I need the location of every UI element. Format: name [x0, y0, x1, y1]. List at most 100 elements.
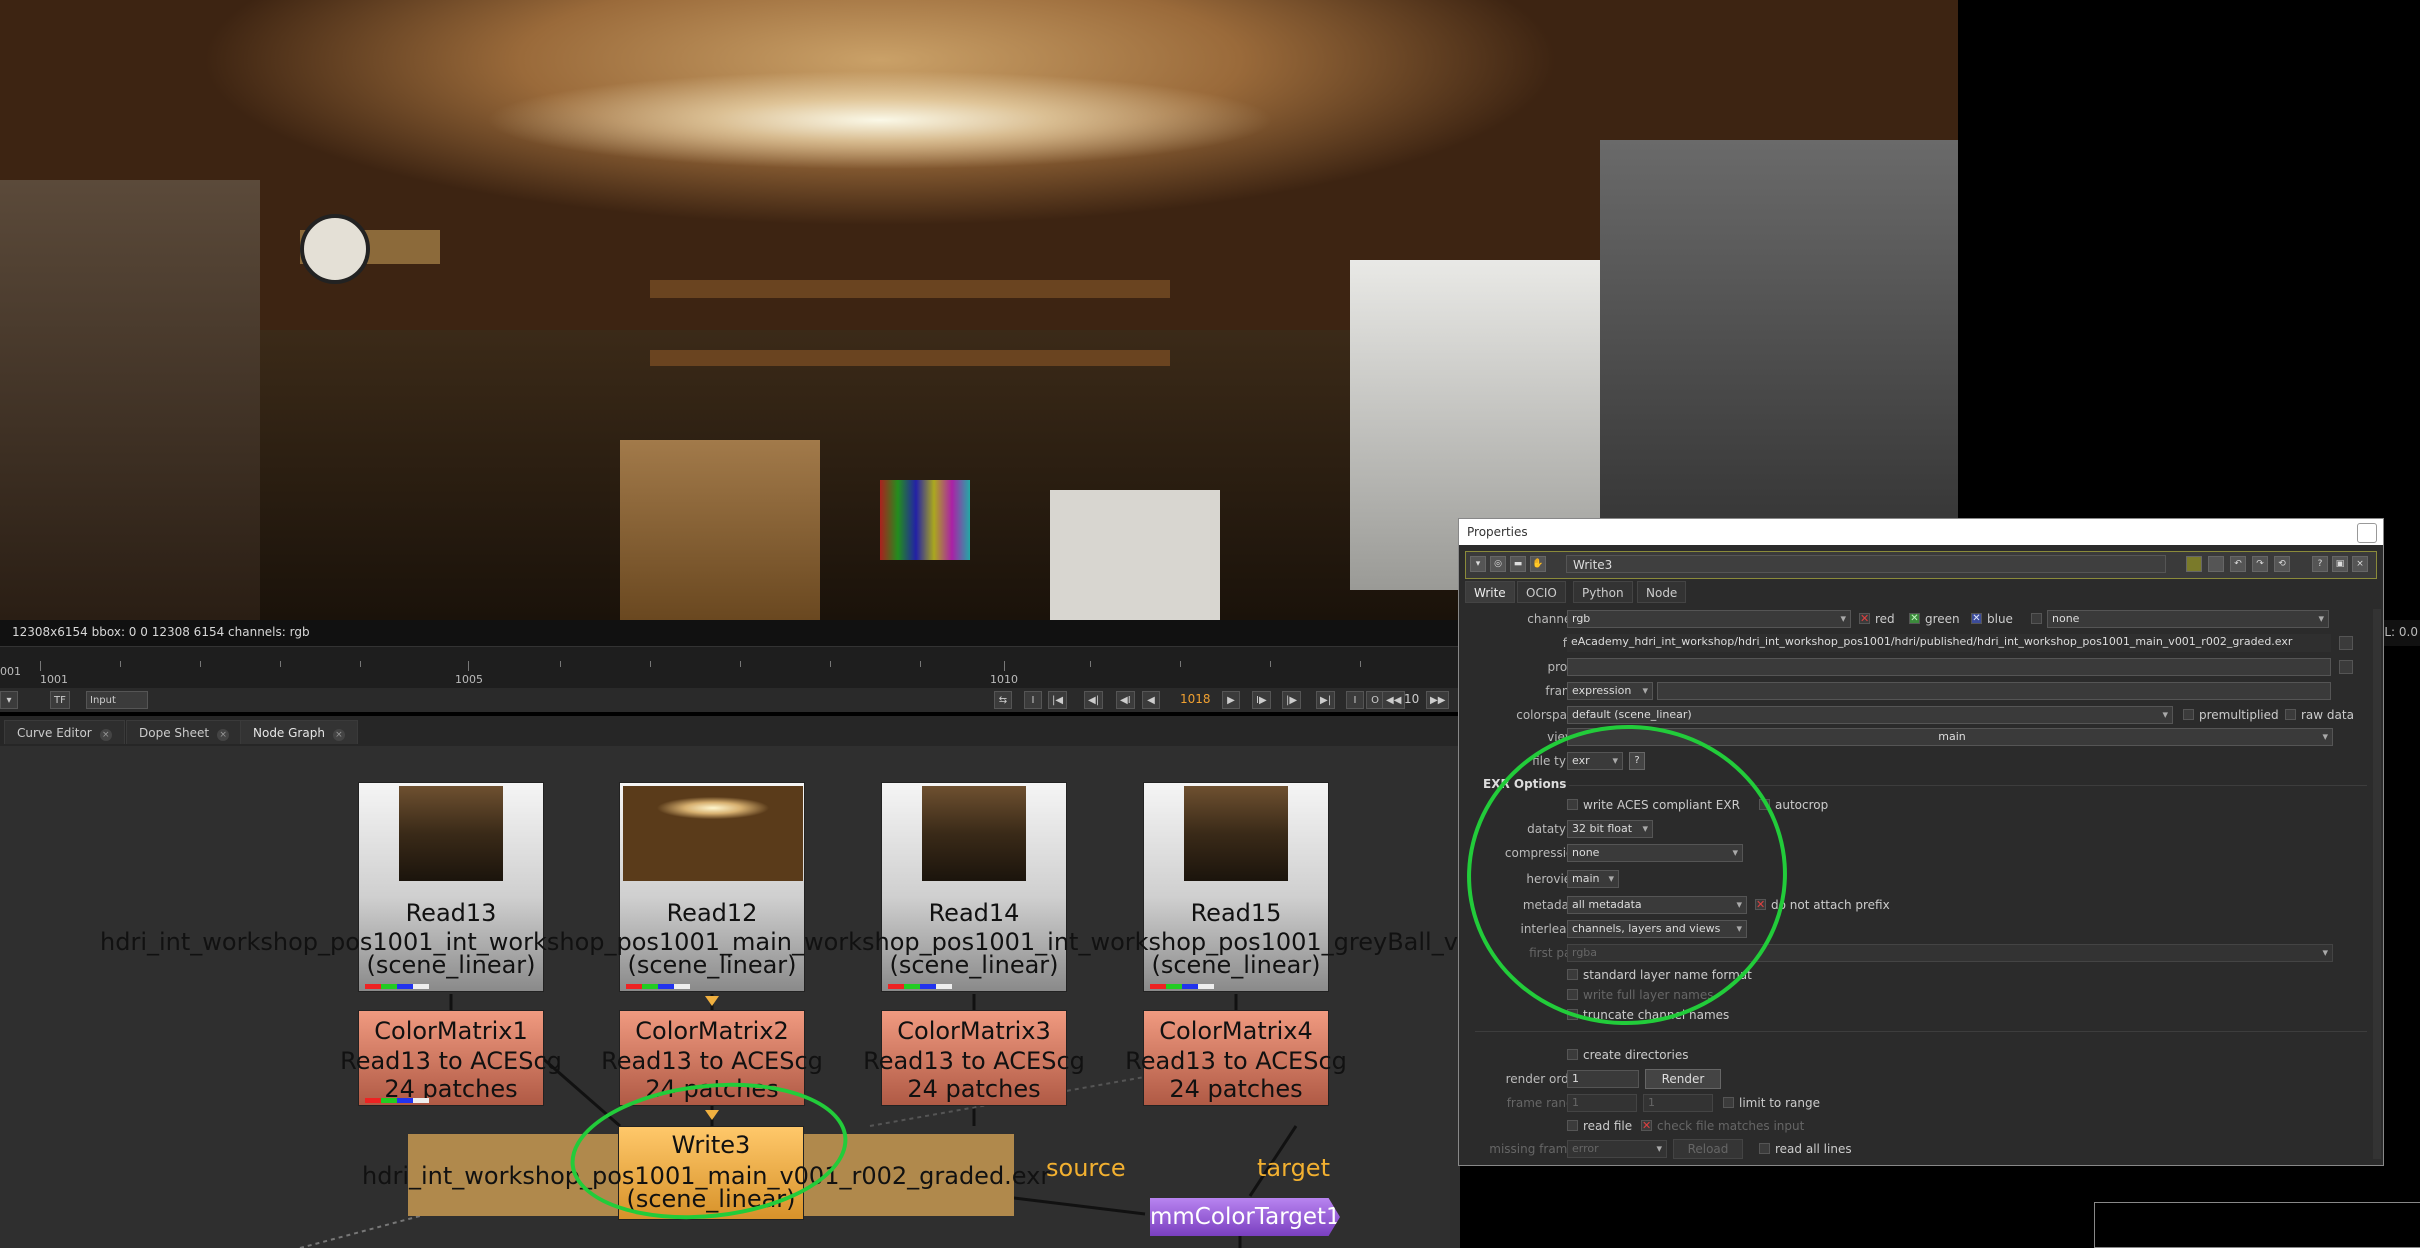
- tf-dropdown[interactable]: TF: [50, 691, 70, 709]
- tab-python[interactable]: Python: [1573, 581, 1633, 603]
- render-order-row: render order 1 Render: [1459, 1069, 2359, 1089]
- window-title: Properties: [1467, 525, 1528, 539]
- node-title: Read14: [928, 899, 1020, 927]
- node-name-field[interactable]: Write3: [1566, 555, 2166, 573]
- playback-range-icon[interactable]: ⇆: [994, 691, 1012, 709]
- properties-panel[interactable]: Properties ▾ ◎ ▬ ✋ Write3 ↶ ↷ ⟲ ? ▣ × Wr…: [1456, 518, 2384, 1166]
- blue-checkbox[interactable]: ✕: [1971, 613, 1982, 624]
- tab-label: Node Graph: [253, 726, 325, 740]
- premultiplied-checkbox[interactable]: [2183, 709, 2194, 720]
- prev-frame-icon[interactable]: ◀I: [1116, 691, 1135, 709]
- colormatrix3-node[interactable]: ColorMatrix3 Read13 to ACEScg 24 patches: [863, 1010, 1085, 1106]
- redo-icon[interactable]: ↷: [2252, 556, 2268, 572]
- first-frame-icon[interactable]: I: [1024, 691, 1042, 709]
- node-graph-minimap[interactable]: [2094, 1202, 2420, 1248]
- mmcolortarget-node[interactable]: mmColorTarget1: [1150, 1198, 1340, 1236]
- raw-data-checkbox[interactable]: [2285, 709, 2296, 720]
- close-icon[interactable]: ×: [217, 729, 230, 741]
- undo-icon[interactable]: ↶: [2230, 556, 2246, 572]
- skip-back-icon[interactable]: ◀◀: [1382, 691, 1406, 709]
- last-frame-icon[interactable]: ▶|: [1316, 691, 1336, 709]
- collapse-icon[interactable]: ▾: [1470, 556, 1486, 572]
- frame-expression-field[interactable]: [1657, 682, 2331, 700]
- play-forward-icon[interactable]: ▶: [1222, 691, 1240, 709]
- file-field[interactable]: eAcademy_hdri_int_workshop/hdri_int_work…: [1567, 634, 2331, 652]
- red-label: red: [1875, 612, 1895, 626]
- read-file-checkbox[interactable]: [1567, 1120, 1578, 1131]
- current-frame-field[interactable]: 1018: [1180, 692, 1211, 706]
- extra-channel-checkbox[interactable]: [2031, 613, 2042, 624]
- tick: [468, 661, 469, 671]
- colormatrix1-node[interactable]: ColorMatrix1 Read13 to ACEScg 24 patches: [340, 1010, 562, 1106]
- red-checkbox[interactable]: ✕: [1859, 613, 1870, 624]
- do-not-attach-prefix-label: do not attach prefix: [1771, 898, 1890, 912]
- node-title: ColorMatrix4: [1159, 1017, 1313, 1045]
- node-title: Read13: [405, 899, 497, 927]
- timeline-label: 1005: [455, 673, 483, 686]
- float-icon[interactable]: ▣: [2332, 556, 2348, 572]
- loop-icon[interactable]: I: [1346, 691, 1364, 709]
- color2-icon[interactable]: [2208, 556, 2224, 572]
- colorspace-dropdown[interactable]: default (scene_linear): [1567, 706, 2173, 724]
- render-order-field[interactable]: 1: [1567, 1070, 1639, 1088]
- frame-dropdown[interactable]: expression: [1567, 682, 1653, 700]
- autocrop-label: autocrop: [1775, 798, 1829, 812]
- tab-node-graph[interactable]: Node Graph ×: [240, 720, 358, 744]
- node-graph[interactable]: Read13 (scene_linear) Read12 (scene_line…: [0, 746, 1460, 1248]
- input-dropdown[interactable]: Input: [86, 691, 148, 709]
- close-icon[interactable]: ×: [332, 729, 345, 741]
- tab-curve-editor[interactable]: Curve Editor ×: [4, 720, 125, 744]
- next-frame-icon[interactable]: I▶: [1252, 691, 1271, 709]
- tab-dope-sheet[interactable]: Dope Sheet ×: [126, 720, 243, 744]
- help-icon[interactable]: ?: [2312, 556, 2328, 572]
- playback-bar: ▾ TF Input ⇆ I |◀ ◀| ◀I ◀ 1018 ▶ I▶ |▶ ▶…: [0, 688, 1460, 712]
- timeline-label: 1010: [990, 673, 1018, 686]
- previous-keyframe-icon[interactable]: |◀: [1048, 691, 1068, 709]
- view-icon[interactable]: ▬: [1510, 556, 1526, 572]
- colormatrix4-node[interactable]: ColorMatrix4 Read13 to ACEScg 24 patches: [1125, 1010, 1347, 1106]
- color-icon[interactable]: [2186, 556, 2202, 572]
- read13-node[interactable]: Read13 (scene_linear): [358, 782, 544, 992]
- tab-ocio[interactable]: OCIO: [1517, 581, 1566, 603]
- frame-range-to-field: 1: [1643, 1094, 1713, 1112]
- create-directories-checkbox[interactable]: [1567, 1049, 1578, 1060]
- tick: [1090, 661, 1091, 667]
- proxy-field[interactable]: [1567, 658, 2331, 676]
- channels-dropdown[interactable]: rgb: [1567, 610, 1851, 628]
- create-directories-row: create directories: [1459, 1045, 2359, 1065]
- read15-node[interactable]: Read15 (scene_linear): [1143, 782, 1329, 992]
- tab-write[interactable]: Write: [1465, 581, 1515, 603]
- timeline[interactable]: 001 1001 1005 1010: [0, 646, 1460, 689]
- skip-forward-icon[interactable]: ▶▶: [1426, 691, 1450, 709]
- tick: [1360, 661, 1361, 667]
- tab-node[interactable]: Node: [1637, 581, 1687, 603]
- read-all-lines-checkbox[interactable]: [1759, 1143, 1770, 1154]
- properties-scrollbar[interactable]: [2373, 609, 2381, 1159]
- step-forward-icon[interactable]: |▶: [1282, 691, 1302, 709]
- close-node-icon[interactable]: ×: [2352, 556, 2368, 572]
- frame-increment[interactable]: 10: [1404, 692, 1419, 706]
- folder-icon[interactable]: [2339, 636, 2353, 650]
- step-back-icon[interactable]: ◀|: [1084, 691, 1104, 709]
- tick: [920, 661, 921, 667]
- green-checkbox[interactable]: ✕: [1909, 613, 1920, 624]
- timeline-left-label: 001: [0, 665, 21, 678]
- limit-to-range-checkbox[interactable]: [1723, 1097, 1734, 1108]
- source-label: source: [1046, 1154, 1126, 1182]
- premultiplied-label: premultiplied: [2199, 708, 2279, 722]
- play-backward-icon[interactable]: ◀: [1142, 691, 1160, 709]
- fps-dropdown[interactable]: ▾: [0, 691, 18, 709]
- target-label: target: [1257, 1154, 1330, 1182]
- extra-channel-dropdown[interactable]: none: [2047, 610, 2329, 628]
- read14-node[interactable]: Read14 (scene_linear): [881, 782, 1067, 992]
- folder-icon[interactable]: [2339, 660, 2353, 674]
- node-icon[interactable]: ◎: [1490, 556, 1506, 572]
- render-button[interactable]: Render: [1645, 1069, 1721, 1089]
- tab-label: Curve Editor: [17, 726, 92, 740]
- close-icon[interactable]: [2357, 523, 2377, 543]
- tick: [40, 661, 41, 671]
- read12-node[interactable]: Read12 (scene_linear): [619, 782, 805, 992]
- pin-icon[interactable]: ✋: [1530, 556, 1546, 572]
- close-icon[interactable]: ×: [99, 729, 112, 741]
- revert-icon[interactable]: ⟲: [2274, 556, 2290, 572]
